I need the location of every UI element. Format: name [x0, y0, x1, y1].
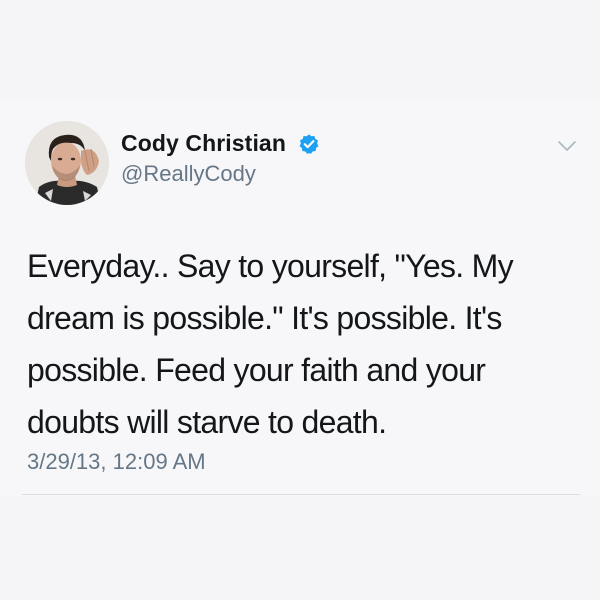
- tweet-text: Everyday.. Say to yourself, "Yes. My dre…: [27, 248, 514, 440]
- verified-badge-icon: [299, 134, 319, 154]
- user-handle[interactable]: @ReallyCody: [121, 161, 256, 187]
- display-name[interactable]: Cody Christian: [121, 130, 286, 157]
- avatar[interactable]: [25, 121, 109, 205]
- chevron-down-icon[interactable]: [557, 139, 577, 153]
- tweet-timestamp[interactable]: 3/29/13, 12:09 AM: [27, 449, 206, 475]
- page: Cody Christian @ReallyCody Everyday.. Sa…: [0, 0, 600, 600]
- divider: [22, 494, 580, 495]
- avatar-photo: [25, 121, 109, 205]
